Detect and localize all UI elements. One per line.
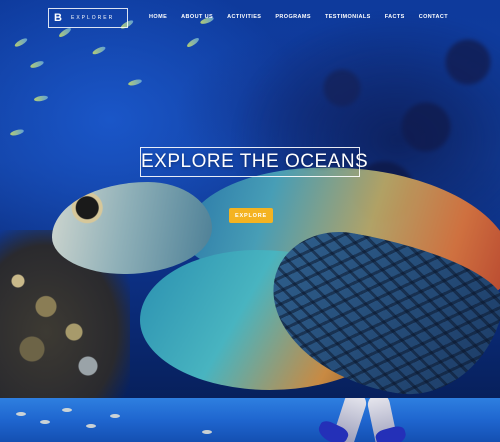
explore-button[interactable]: EXPLORE (229, 208, 273, 223)
fish (127, 78, 143, 87)
nav-link-activities[interactable]: ACTIVITIES (227, 14, 261, 20)
fish (29, 59, 45, 70)
fish (40, 420, 50, 424)
fish (86, 424, 96, 428)
logo-text: EXPLORER (71, 15, 115, 21)
turtle-head (52, 182, 212, 274)
nav-link-about-us[interactable]: ABOUT US (181, 14, 213, 20)
fish (9, 128, 25, 137)
fish (33, 94, 49, 103)
nav-link-testimonials[interactable]: TESTIMONIALS (325, 14, 371, 20)
nav-links: HOME ABOUT US ACTIVITIES PROGRAMS TESTIM… (149, 14, 448, 20)
brand-logo[interactable]: B EXPLORER (48, 8, 128, 28)
nav-link-facts[interactable]: FACTS (385, 14, 405, 20)
nav-link-home[interactable]: HOME (149, 14, 167, 20)
fish (110, 414, 120, 418)
fish (13, 36, 29, 49)
fish (62, 408, 72, 412)
fish (202, 430, 212, 434)
fish (185, 36, 201, 49)
fish (91, 45, 107, 56)
logo-mark: B (54, 12, 62, 24)
nav-link-programs[interactable]: PROGRAMS (275, 14, 311, 20)
nav-link-contact[interactable]: CONTACT (419, 14, 448, 20)
fish (16, 412, 26, 416)
underwater-strip (0, 398, 500, 442)
hero-section: B EXPLORER HOME ABOUT US ACTIVITIES PROG… (0, 0, 500, 398)
hero-headline: EXPLORE THE OCEANS (140, 147, 368, 177)
top-navigation: B EXPLORER HOME ABOUT US ACTIVITIES PROG… (0, 0, 500, 36)
